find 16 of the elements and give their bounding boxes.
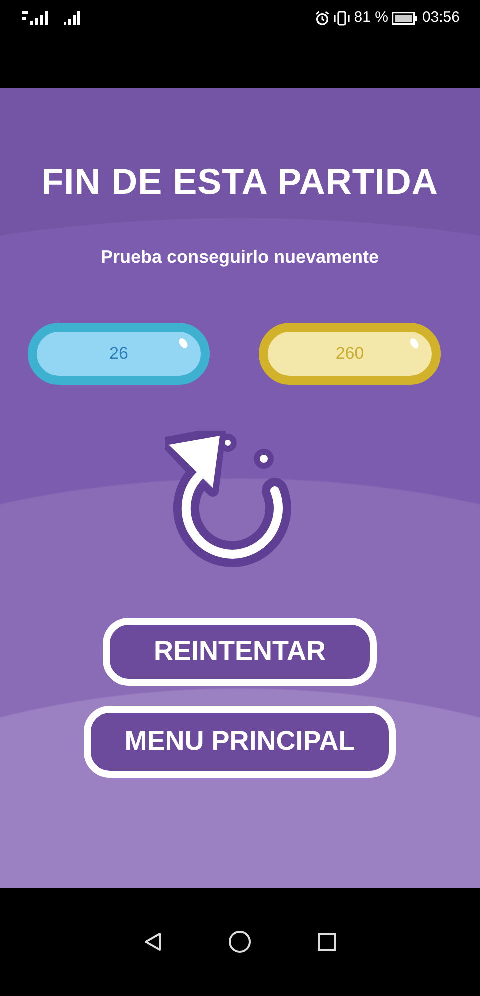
vibrate-icon <box>334 10 350 26</box>
battery-percent: 81 % <box>354 8 388 28</box>
alarm-icon <box>315 10 330 26</box>
battery-icon <box>392 12 418 24</box>
clock-time: 03:56 <box>422 8 460 28</box>
signal-icon <box>22 11 48 25</box>
home-icon[interactable] <box>228 930 252 954</box>
main-menu-button[interactable]: MENU PRINCIPAL <box>84 706 396 778</box>
retry-button[interactable]: REINTENTAR <box>103 618 377 686</box>
subtitle-text: Prueba conseguirlo nuevamente <box>100 246 380 269</box>
recents-icon[interactable] <box>317 932 338 952</box>
back-icon[interactable] <box>142 932 163 952</box>
score-display: 26 <box>28 322 210 385</box>
score-display: 260 <box>259 322 441 385</box>
signal-icon <box>64 11 80 25</box>
title-text: FIN DE ESTA PARTIDA <box>42 162 438 202</box>
